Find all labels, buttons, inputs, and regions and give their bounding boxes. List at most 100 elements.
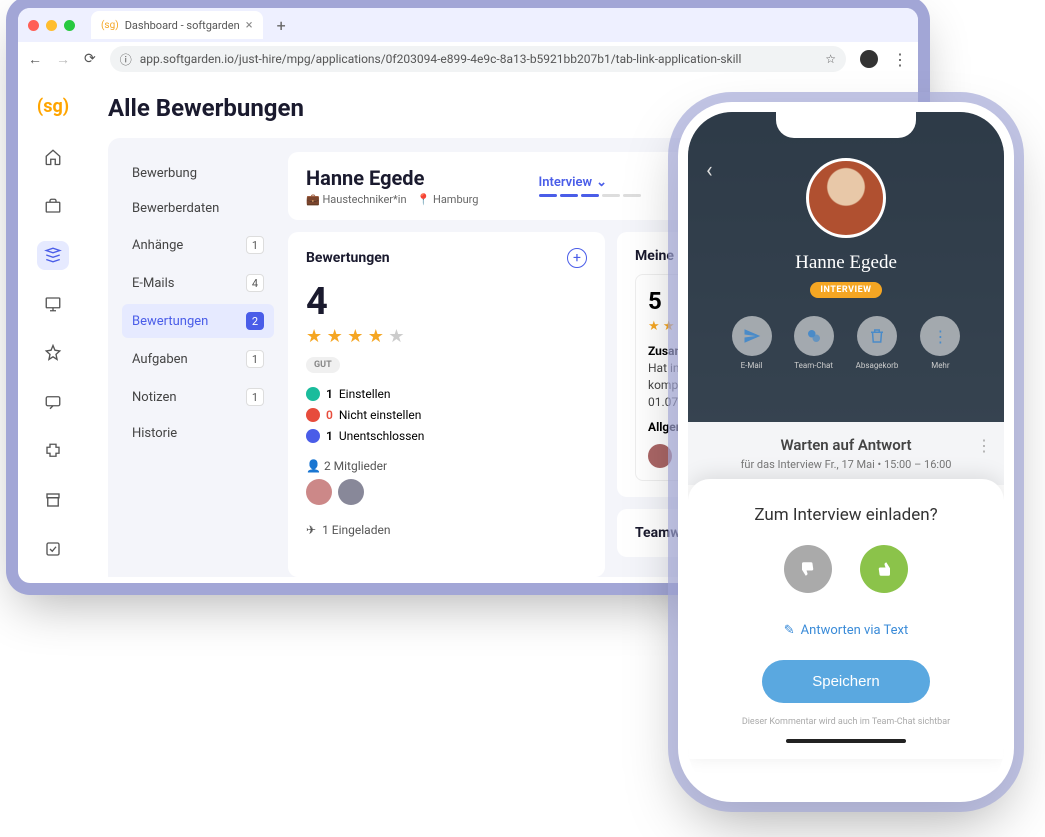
- nav-reload-icon[interactable]: ⟳: [84, 51, 96, 67]
- save-button[interactable]: Speichern: [762, 660, 930, 703]
- action-teamchat[interactable]: Team-Chat: [794, 316, 834, 370]
- vote-undecided: 1Unentschlossen: [306, 429, 587, 443]
- thumbs-down-button[interactable]: [784, 545, 832, 593]
- action-reject[interactable]: Absagekorb: [856, 316, 899, 370]
- ratings-title: Bewertungen: [306, 250, 390, 266]
- lock-icon: ⓘ: [120, 51, 132, 68]
- check-circle-icon: [306, 387, 320, 401]
- member-avatars: [306, 479, 587, 505]
- invited-block: ✈ 1 Eingeladen: [306, 523, 587, 537]
- sidebar-item-bewerberdaten[interactable]: Bewerberdaten: [122, 193, 274, 224]
- rail-star-icon[interactable]: [37, 339, 69, 368]
- phone-notch: [776, 112, 916, 138]
- tab-strip: (sg) Dashboard - softgarden × +: [18, 8, 918, 42]
- profile-avatar[interactable]: [860, 50, 878, 68]
- sidebar-badge: 1: [246, 350, 264, 368]
- close-window-icon[interactable]: [28, 20, 39, 31]
- rating-tag: GUT: [306, 357, 340, 373]
- invite-sheet: Zum Interview einladen? ✎Antworten via T…: [688, 479, 1004, 759]
- brand-logo[interactable]: (sg): [37, 96, 69, 117]
- members-block: 👤 2 Mitglieder: [306, 459, 587, 505]
- rail-puzzle-icon[interactable]: [37, 436, 69, 465]
- sidebar-item-bewerbung[interactable]: Bewerbung: [122, 158, 274, 189]
- briefcase-icon: 💼: [306, 193, 320, 206]
- pencil-icon: ✎: [784, 623, 795, 638]
- back-button[interactable]: ‹: [706, 158, 713, 183]
- text-response-link[interactable]: ✎Antworten via Text: [708, 623, 984, 638]
- rail-monitor-icon[interactable]: [37, 290, 69, 319]
- action-more[interactable]: ⋮Mehr: [920, 316, 960, 370]
- more-icon: ⋮: [920, 316, 960, 356]
- waiting-panel: Warten auf Antwort für das Interview Fr.…: [688, 422, 1004, 485]
- disclaimer-text: Dieser Kommentar wird auch im Team-Chat …: [708, 717, 984, 727]
- sidebar-item-historie[interactable]: Historie: [122, 418, 274, 449]
- rail-home-icon[interactable]: [37, 143, 69, 172]
- candidate-meta: 💼 Haustechniker*in 📍 Hamburg: [306, 193, 479, 206]
- waiting-title: Warten auf Antwort: [704, 436, 988, 454]
- overall-ratings-card: Bewertungen + 4 ★ ★ ★ ★ ★ GUT 1Einstelle…: [288, 232, 605, 577]
- vote-list: 1Einstellen 0Nicht einstellen 1Unentschl…: [306, 387, 587, 443]
- sidebar-item-anhaenge[interactable]: Anhänge 1: [122, 228, 274, 262]
- vote-hire: 1Einstellen: [306, 387, 587, 401]
- question-circle-icon: [306, 429, 320, 443]
- maximize-window-icon[interactable]: [64, 20, 75, 31]
- trash-icon: [857, 316, 897, 356]
- x-circle-icon: [306, 408, 320, 422]
- browser-menu-icon[interactable]: ⋮: [892, 50, 908, 69]
- phone-candidate-name: Hanne Egede: [688, 252, 1004, 274]
- sidebar-badge: 1: [246, 236, 264, 254]
- tab-title: Dashboard - softgarden: [125, 19, 240, 32]
- sidebar-item-label: Anhänge: [132, 238, 183, 253]
- rail-check-icon[interactable]: [37, 534, 69, 563]
- url-text: app.softgarden.io/just-hire/mpg/applicat…: [140, 52, 742, 66]
- browser-chrome: (sg) Dashboard - softgarden × + ← → ⟳ ⓘ …: [18, 8, 918, 76]
- new-tab-button[interactable]: +: [271, 16, 292, 35]
- candidate-info: Hanne Egede 💼 Haustechniker*in 📍 Hamburg: [306, 166, 479, 206]
- chevron-down-icon: ⌄: [596, 175, 607, 190]
- browser-tab[interactable]: (sg) Dashboard - softgarden ×: [91, 11, 263, 39]
- send-icon: [732, 316, 772, 356]
- sidebar-item-label: Historie: [132, 426, 177, 441]
- rail-chat-icon[interactable]: [37, 387, 69, 416]
- nav-back-icon[interactable]: ←: [28, 51, 42, 68]
- stage-progress: [539, 194, 641, 197]
- add-rating-button[interactable]: +: [567, 248, 587, 268]
- bookmark-star-icon[interactable]: ☆: [825, 52, 836, 66]
- invited-label: 1 Eingeladen: [322, 523, 390, 537]
- sidebar-item-bewertungen[interactable]: Bewertungen2: [122, 304, 274, 338]
- waiting-subtitle: für das Interview Fr., 17 Mai • 15:00 – …: [704, 458, 988, 471]
- rail-applications-icon[interactable]: [37, 241, 69, 270]
- stage-selector[interactable]: Interview ⌄: [539, 175, 641, 197]
- phone-stage-badge: INTERVIEW: [810, 282, 881, 298]
- home-indicator[interactable]: [786, 739, 906, 743]
- members-label: 2 Mitglieder: [324, 459, 387, 473]
- nav-forward-icon[interactable]: →: [56, 51, 70, 68]
- nav-rail: (sg): [18, 76, 88, 583]
- sidebar-item-emails[interactable]: E-Mails 4: [122, 266, 274, 300]
- candidate-avatar[interactable]: [806, 158, 886, 238]
- author-avatar[interactable]: [648, 444, 672, 468]
- traffic-lights[interactable]: [28, 20, 75, 31]
- avatar[interactable]: [306, 479, 332, 505]
- rail-archive-icon[interactable]: [37, 485, 69, 514]
- send-icon: ✈: [306, 523, 316, 537]
- url-input[interactable]: ⓘ app.softgarden.io/just-hire/mpg/applic…: [110, 46, 846, 72]
- chat-icon: [794, 316, 834, 356]
- minimize-window-icon[interactable]: [46, 20, 57, 31]
- avatar[interactable]: [338, 479, 364, 505]
- action-email[interactable]: E-Mail: [732, 316, 772, 370]
- tab-close-icon[interactable]: ×: [246, 18, 253, 33]
- sidebar-item-notizen[interactable]: Notizen1: [122, 380, 274, 414]
- sidebar: Bewerbung Bewerberdaten Anhänge 1 E-Mails…: [122, 152, 274, 577]
- thumbs-row: [708, 545, 984, 593]
- waiting-menu-icon[interactable]: ⋮: [976, 436, 992, 455]
- rail-briefcase-icon[interactable]: [37, 192, 69, 221]
- sidebar-item-label: Bewerbung: [132, 166, 197, 181]
- sidebar-badge: 4: [246, 274, 264, 292]
- sidebar-item-label: Notizen: [132, 390, 177, 405]
- candidate-location: Hamburg: [433, 193, 479, 206]
- sidebar-item-aufgaben[interactable]: Aufgaben1: [122, 342, 274, 376]
- thumbs-up-button[interactable]: [860, 545, 908, 593]
- sidebar-item-label: E-Mails: [132, 276, 174, 291]
- address-bar: ← → ⟳ ⓘ app.softgarden.io/just-hire/mpg/…: [18, 42, 918, 76]
